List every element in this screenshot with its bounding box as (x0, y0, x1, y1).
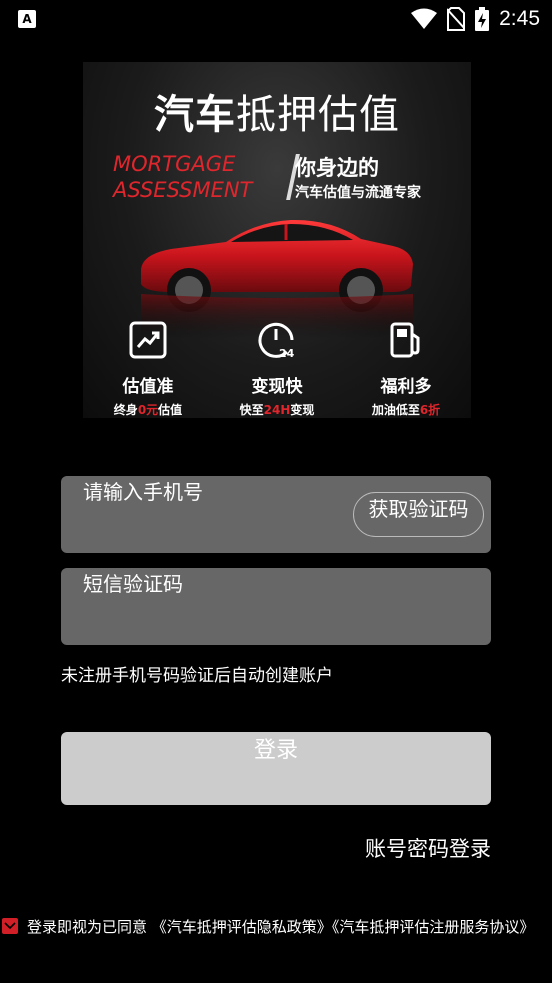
svg-text:24: 24 (279, 347, 295, 360)
status-time: 2:45 (499, 7, 540, 30)
app-notification-icon (18, 10, 36, 28)
password-login-link[interactable]: 账号密码登录 (365, 833, 491, 863)
banner-title-rest: 抵押估值 (236, 92, 400, 138)
feature-label: 福利多 (380, 377, 432, 397)
battery-charging-icon (475, 7, 490, 31)
feature-label: 估值准 (122, 377, 174, 397)
login-button[interactable]: 登录 (61, 732, 491, 805)
feature-desc-post: 变现 (290, 403, 315, 417)
banner-title: 汽车抵押估值 (83, 82, 471, 140)
feature-desc-pre: 加油低至 (371, 403, 420, 417)
feature-desc-highlight: 6折 (419, 403, 441, 417)
sms-code-placeholder: 短信验证码 (83, 572, 183, 596)
feature-label: 变现快 (251, 377, 303, 397)
wifi-icon (411, 8, 438, 29)
feature-benefits: 福利多 加油低至6折 (351, 320, 461, 418)
auto-register-hint: 未注册手机号码验证后自动创建账户 (61, 666, 333, 686)
phone-input[interactable]: 请输入手机号 获取验证码 (61, 476, 491, 553)
banner-english-line1: MORTGAGE (113, 152, 236, 176)
feature-desc: 加油低至6折 (351, 401, 461, 418)
status-right: 2:45 (411, 4, 540, 34)
banner-title-bold: 汽车 (154, 92, 236, 138)
feature-desc: 终身0元估值 (93, 401, 203, 418)
privacy-policy-link[interactable]: 《汽车抵押评估隐私政策》 (152, 918, 332, 936)
checkmark-icon (4, 922, 16, 930)
feature-desc-pre: 快至 (239, 403, 264, 417)
chart-trend-icon (129, 321, 167, 359)
feature-desc-post: 估值 (158, 403, 183, 417)
fuel-pump-icon (390, 322, 420, 358)
agreement-text: 登录即视为已同意 《汽车抵押评估隐私政策》《汽车抵押评估注册服务协议》 (27, 915, 534, 939)
clock-24-icon: 24 (258, 322, 295, 360)
agreement-row: 登录即视为已同意 《汽车抵押评估隐私政策》《汽车抵押评估注册服务协议》 (0, 915, 552, 939)
phone-placeholder: 请输入手机号 (83, 480, 203, 504)
feature-desc-highlight: 24H (263, 403, 291, 417)
feature-desc-highlight: 0元 (137, 403, 159, 417)
agreement-prefix: 登录即视为已同意 (27, 918, 148, 936)
feature-desc-pre: 终身 (113, 403, 138, 417)
banner-slogan: 你身边的 (295, 156, 379, 180)
agreement-checkbox[interactable] (2, 918, 18, 934)
status-bar: 2:45 (0, 0, 552, 38)
sms-code-input[interactable]: 短信验证码 (61, 568, 491, 645)
service-agreement-link[interactable]: 《汽车抵押评估注册服务协议》 (332, 918, 535, 936)
get-code-button[interactable]: 获取验证码 (353, 492, 484, 537)
feature-cash-out: 24 变现快 快至24H变现 (222, 320, 332, 418)
feature-valuation: 估值准 终身0元估值 (93, 320, 203, 418)
no-sim-icon (447, 7, 466, 31)
promo-banner: 汽车抵押估值 MORTGAGE ASSESSMENT 你身边的 汽车估值与流通专… (83, 62, 471, 418)
feature-desc: 快至24H变现 (222, 401, 332, 418)
